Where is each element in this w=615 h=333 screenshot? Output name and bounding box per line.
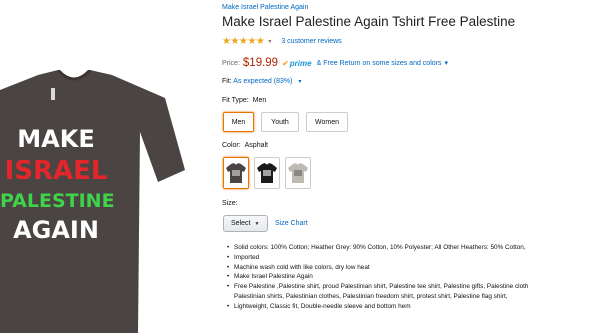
- price-label: Price:: [222, 59, 240, 67]
- feature-bullet: • Lightweight, Classic fit, Double-needle…: [227, 302, 411, 310]
- chevron-down-icon: ▼: [254, 220, 260, 227]
- feature-bullet: • Machine wash cold with like colors, dry…: [227, 263, 370, 271]
- color-swatch-asphalt[interactable]: [223, 157, 249, 189]
- feature-bullet: • Solid colors: 100% Cotton; Heather Grey…: [227, 244, 526, 251]
- color-swatch-black[interactable]: [254, 157, 280, 189]
- prime-check-icon: ✔: [282, 58, 289, 68]
- color-value: Asphalt: [244, 142, 268, 149]
- fit-option-men[interactable]: Men: [223, 112, 254, 132]
- color-row: Color: Asphalt: [222, 142, 268, 149]
- color-swatch-grey[interactable]: [285, 157, 311, 189]
- fit-type-label: Fit Type:: [222, 97, 249, 104]
- product-title: Make Israel Palestine Again Tshirt Free …: [222, 14, 516, 29]
- feature-bullet: • Imported: [227, 253, 260, 261]
- feature-bullet: • Make Israel Palestine Again: [227, 273, 313, 281]
- size-label: Size:: [222, 200, 238, 207]
- tshirt-grey-icon: [288, 163, 308, 183]
- prime-logo: prime: [289, 58, 312, 68]
- fit-row: Fit: As expected (83%) ▾: [222, 78, 301, 85]
- shirt-print-make: MAKE: [17, 125, 95, 153]
- size-chart-link[interactable]: Size Chart: [275, 220, 308, 227]
- tshirt-black-icon: [257, 163, 277, 183]
- fit-type-row: Fit Type: Men: [222, 97, 266, 104]
- product-image[interactable]: MAKE ISRAEL PALESTINE AGAIN: [0, 70, 200, 333]
- feature-bullet-continued: Palestinian shirts, Palestinian clothes,…: [234, 292, 508, 300]
- chevron-down-icon[interactable]: ▾: [444, 59, 448, 67]
- price-value: $19.99: [242, 57, 279, 69]
- brand-link[interactable]: Make Israel Palestine Again: [222, 4, 308, 11]
- rating-row: ★★★★★ ▾ 3 customer reviews: [222, 35, 342, 47]
- fit-option-youth[interactable]: Youth: [261, 112, 299, 132]
- color-label: Color:: [222, 142, 241, 149]
- fit-option-women[interactable]: Women: [306, 112, 348, 132]
- size-select-value: Select: [231, 220, 251, 227]
- price-row: Price: $19.99 ✔ prime & Free Return on s…: [222, 57, 448, 69]
- size-select[interactable]: Select ▼: [223, 215, 268, 232]
- fit-label: Fit:: [222, 78, 232, 85]
- free-return-link[interactable]: & Free Return on some sizes and colors: [317, 60, 442, 67]
- chevron-down-icon[interactable]: ▾: [268, 38, 271, 45]
- customer-reviews-link[interactable]: 3 customer reviews: [281, 38, 341, 45]
- tshirt-asphalt-icon: [226, 163, 246, 183]
- feature-bullet: • Free Palestine ,Palestine shirt, proud …: [227, 283, 529, 291]
- shirt-print-israel: ISRAEL: [4, 156, 108, 186]
- fit-value-link[interactable]: As expected (83%): [233, 78, 292, 85]
- shirt-print-palestine: PALESTINE: [0, 190, 115, 212]
- fit-type-value: Men: [252, 97, 267, 104]
- chevron-down-icon[interactable]: ▾: [298, 79, 301, 85]
- star-rating-icon[interactable]: ★★★★★: [222, 36, 265, 47]
- feature-bullets: • Solid colors: 100% Cotton; Heather Grey…: [227, 243, 528, 312]
- shirt-print-again: AGAIN: [13, 216, 99, 244]
